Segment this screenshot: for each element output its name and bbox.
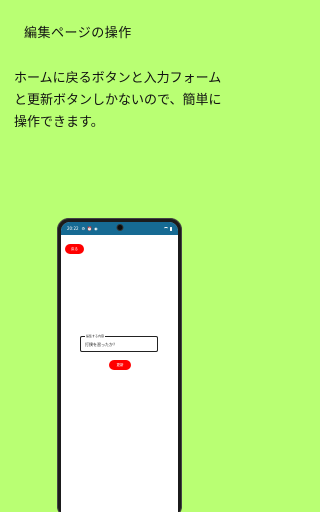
wifi-icon	[163, 227, 168, 230]
back-button[interactable]: 戻る	[65, 244, 84, 254]
phone-screen: 20:22 ⚙ ⏰ ◉ 戻る 編集する内容 更新	[61, 222, 178, 512]
status-icons-left: ⚙ ⏰ ◉	[82, 226, 98, 231]
edit-input[interactable]	[85, 342, 155, 347]
edit-field-label: 編集する内容	[85, 334, 106, 338]
notification-icon: ◉	[94, 226, 98, 231]
edit-field[interactable]: 編集する内容	[80, 334, 158, 352]
page-headline: 編集ページの操作	[24, 26, 132, 41]
status-icons-right	[163, 226, 172, 231]
front-camera-icon	[116, 224, 123, 231]
gear-icon: ⚙	[81, 226, 86, 231]
phone-mockup: 20:22 ⚙ ⏰ ◉ 戻る 編集する内容 更新	[57, 218, 182, 512]
alarm-icon: ⏰	[87, 226, 93, 231]
page-description: ホームに戻るボタンと入力フォームと更新ボタンしかないので、簡単に操作できます。	[14, 71, 222, 130]
battery-icon	[169, 226, 172, 231]
status-bar: 20:22 ⚙ ⏰ ◉	[61, 222, 178, 235]
update-button[interactable]: 更新	[109, 360, 131, 370]
status-time: 20:22	[67, 226, 79, 231]
